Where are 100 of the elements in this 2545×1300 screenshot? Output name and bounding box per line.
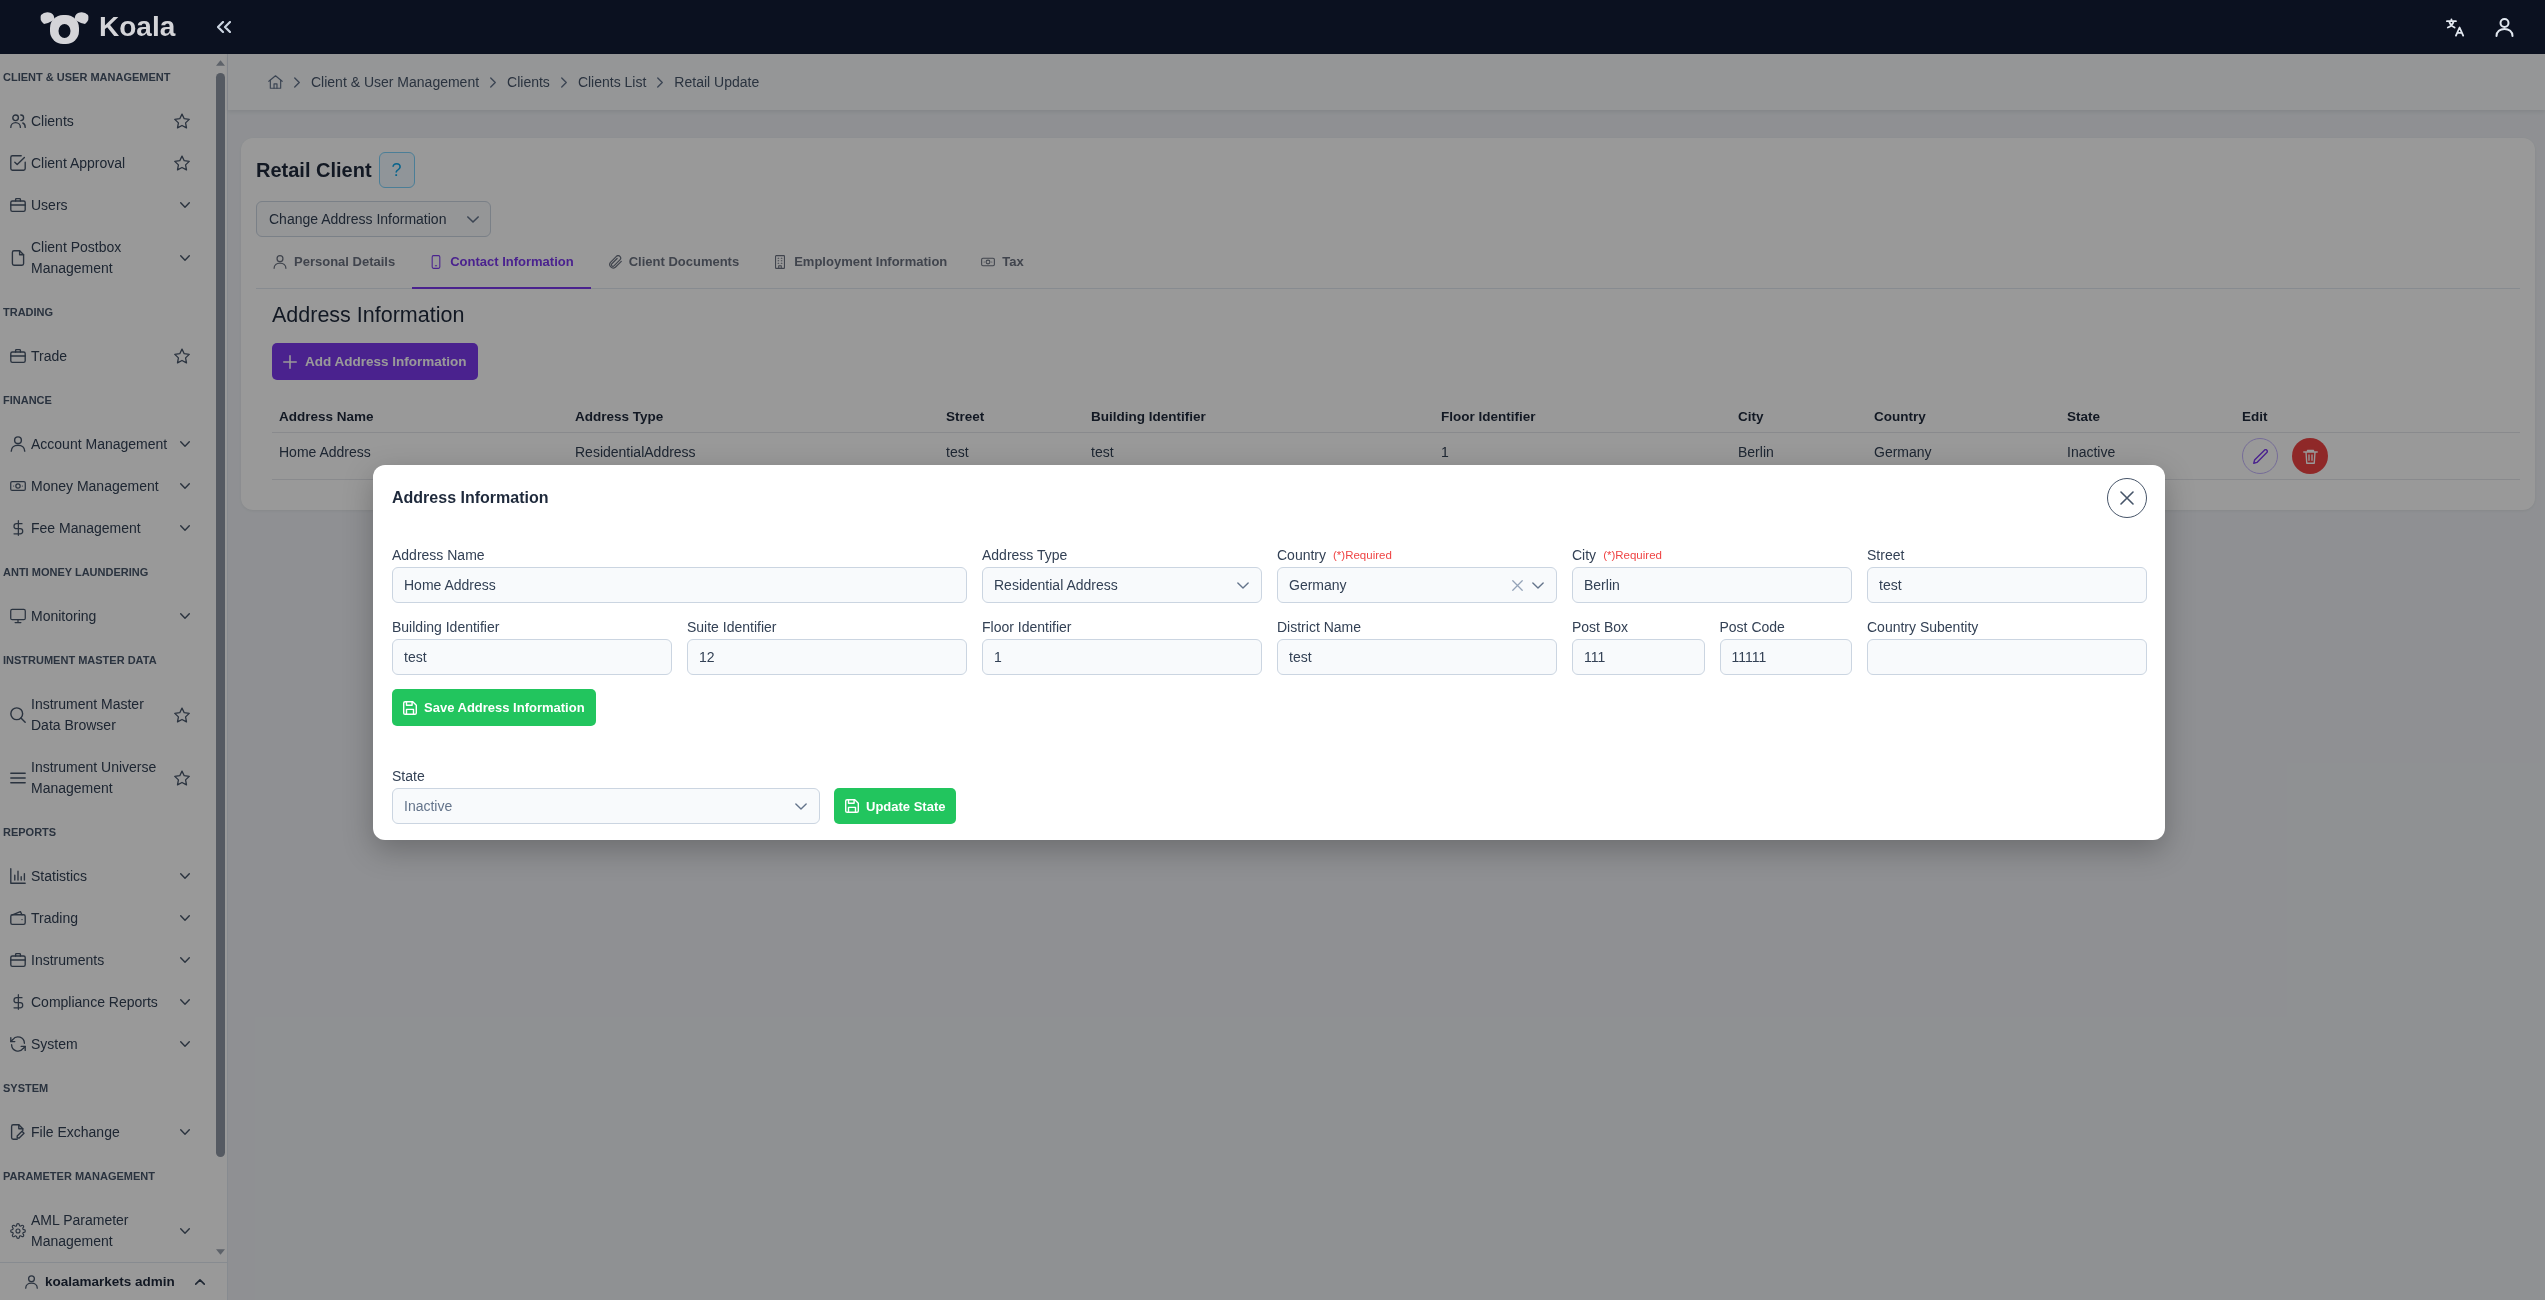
chevron-down-icon: [180, 613, 190, 619]
user-menu[interactable]: koalamarkets admin: [0, 1262, 227, 1300]
text-field[interactable]: test: [392, 639, 672, 675]
breadcrumb-link[interactable]: Clients List: [577, 74, 647, 90]
text-field[interactable]: Berlin: [1572, 567, 1852, 603]
column-header: Floor Identifier: [1440, 407, 1537, 426]
sidebar-item[interactable]: Account Management: [0, 423, 214, 465]
delete-button[interactable]: [2292, 438, 2328, 474]
sidebar-item[interactable]: File Exchange: [0, 1111, 214, 1153]
save-icon: [403, 700, 417, 715]
action-select[interactable]: Change Address Information: [256, 201, 491, 237]
sidebar-section-title: TRADING: [2, 305, 55, 320]
text-field[interactable]: [1867, 639, 2147, 675]
sidebar-item[interactable]: Money Management: [0, 465, 214, 507]
close-button[interactable]: [2107, 478, 2147, 518]
translate-icon[interactable]: [2446, 17, 2465, 37]
chevron-down-icon: [1237, 581, 1249, 589]
add-address-button[interactable]: Add Address Information: [272, 343, 478, 380]
scrollbar-thumb[interactable]: [216, 73, 225, 1157]
select-field[interactable]: Germany: [1277, 567, 1557, 603]
tab[interactable]: Employment Information: [756, 249, 965, 289]
field-label: State: [392, 768, 425, 784]
text-field[interactable]: 11111: [1719, 639, 1852, 675]
home-icon[interactable]: [268, 75, 283, 89]
bar-chart-icon: [10, 868, 26, 884]
field-label: Suite Identifier: [687, 619, 777, 635]
tab[interactable]: Client Documents: [590, 249, 757, 289]
table-cell-text: test: [945, 443, 970, 462]
column-header: Country: [1873, 407, 1927, 426]
chevron-down-icon: [1532, 581, 1544, 589]
chevron-down-icon: [180, 202, 190, 208]
sidebar-item[interactable]: Compliance Reports: [0, 981, 214, 1023]
text-field[interactable]: 12: [687, 639, 967, 675]
star-icon[interactable]: [174, 155, 190, 171]
sidebar-section-title: CLIENT & USER MANAGEMENT: [2, 70, 172, 85]
table-cell-text: Home Address: [278, 443, 372, 462]
chevron-down-icon: [180, 873, 190, 879]
sidebar-item[interactable]: Monitoring: [0, 595, 214, 637]
chevron-down-icon: [180, 483, 190, 489]
column-header: Address Type: [574, 407, 665, 426]
select-field[interactable]: Residential Address: [982, 567, 1262, 603]
double-chevron-left-icon[interactable]: [217, 21, 232, 33]
dollar-icon: [10, 994, 26, 1010]
field-label: Building Identifier: [392, 619, 500, 635]
chevron-down-icon: [467, 215, 479, 223]
text-field[interactable]: 1: [982, 639, 1262, 675]
refresh-icon: [10, 1036, 26, 1052]
column-header: City: [1737, 407, 1765, 426]
sidebar-item[interactable]: Statistics: [0, 855, 214, 897]
text-field[interactable]: Home Address: [392, 567, 967, 603]
field-label: Floor Identifier: [982, 619, 1072, 635]
tab[interactable]: Contact Information: [412, 249, 591, 289]
text-field[interactable]: test: [1867, 567, 2147, 603]
logo-text: Koala: [99, 13, 176, 41]
sidebar-item[interactable]: Trade: [0, 335, 214, 377]
text-field[interactable]: 111: [1572, 639, 1705, 675]
sidebar-item[interactable]: AML Parameter Management: [0, 1199, 214, 1262]
required-note: (*)Required: [1603, 549, 1662, 561]
sidebar-item[interactable]: Client Postbox Management: [0, 226, 214, 289]
column-header: Address Name: [278, 407, 375, 426]
briefcase-icon: [10, 348, 26, 364]
chevron-right-icon: [294, 76, 300, 88]
sidebar-item[interactable]: Instrument Master Data Browser: [0, 683, 214, 746]
clear-icon[interactable]: [1512, 579, 1523, 591]
sidebar-item[interactable]: Instruments: [0, 939, 214, 981]
breadcrumb-link[interactable]: Client & User Management: [311, 74, 480, 90]
select-field[interactable]: Inactive: [392, 788, 820, 824]
column-header: State: [2066, 407, 2101, 426]
chevron-down-icon: [795, 802, 807, 810]
sidebar-item[interactable]: Users: [0, 184, 214, 226]
column-header: Edit: [2241, 407, 2269, 426]
sidebar-item[interactable]: Client Approval: [0, 142, 214, 184]
sidebar-item[interactable]: Fee Management: [0, 507, 214, 549]
text-field[interactable]: test: [1277, 639, 1557, 675]
sidebar-item[interactable]: Trading: [0, 897, 214, 939]
monitor-icon: [10, 608, 26, 624]
wallet-icon: [10, 910, 26, 926]
star-icon[interactable]: [174, 348, 190, 364]
banknote-icon: [10, 478, 26, 494]
sidebar-item[interactable]: System: [0, 1023, 214, 1065]
search-icon: [10, 706, 26, 723]
save-icon: [845, 799, 859, 813]
edit-button[interactable]: [2242, 438, 2278, 474]
breadcrumb-link[interactable]: Clients: [507, 74, 550, 90]
sidebar-item[interactable]: Instrument Universe Management: [0, 746, 214, 809]
table-cell-text: Berlin: [1737, 443, 1775, 462]
star-icon[interactable]: [174, 706, 190, 723]
chevron-up-icon: [194, 1278, 205, 1285]
dollar-icon: [10, 520, 26, 536]
sidebar-section-title: ANTI MONEY LAUNDERING: [2, 565, 150, 580]
user-icon[interactable]: [2495, 17, 2514, 37]
star-icon[interactable]: [174, 113, 190, 129]
sidebar-item[interactable]: Clients: [0, 100, 214, 142]
table-cell-text: Germany: [1873, 443, 1933, 462]
close-icon: [2120, 491, 2134, 505]
chevron-down-icon: [180, 957, 190, 963]
tab[interactable]: Tax: [964, 249, 1041, 289]
briefcase-icon: [10, 197, 26, 213]
star-icon[interactable]: [174, 769, 190, 786]
tab[interactable]: Personal Details: [256, 249, 413, 289]
